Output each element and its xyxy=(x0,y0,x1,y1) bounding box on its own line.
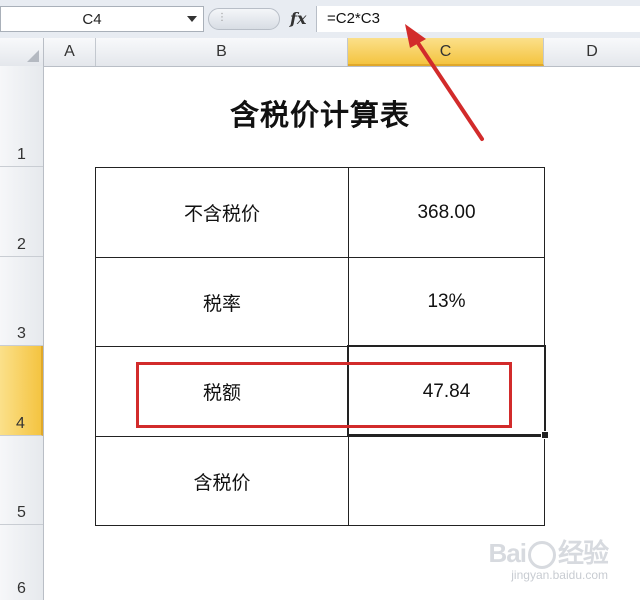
arrow-head-icon xyxy=(405,24,426,48)
annotation-arrow xyxy=(405,24,484,141)
watermark: Bai 经验 jingyan.baidu.com xyxy=(488,533,609,582)
watermark-brand-left: Bai xyxy=(488,538,527,568)
watermark-brand: Bai 经验 xyxy=(488,533,609,570)
watermark-url: jingyan.baidu.com xyxy=(511,568,608,582)
arrow-shaft xyxy=(414,38,484,141)
watermark-brand-right: 经验 xyxy=(557,538,609,568)
paw-logo-icon xyxy=(527,541,556,570)
